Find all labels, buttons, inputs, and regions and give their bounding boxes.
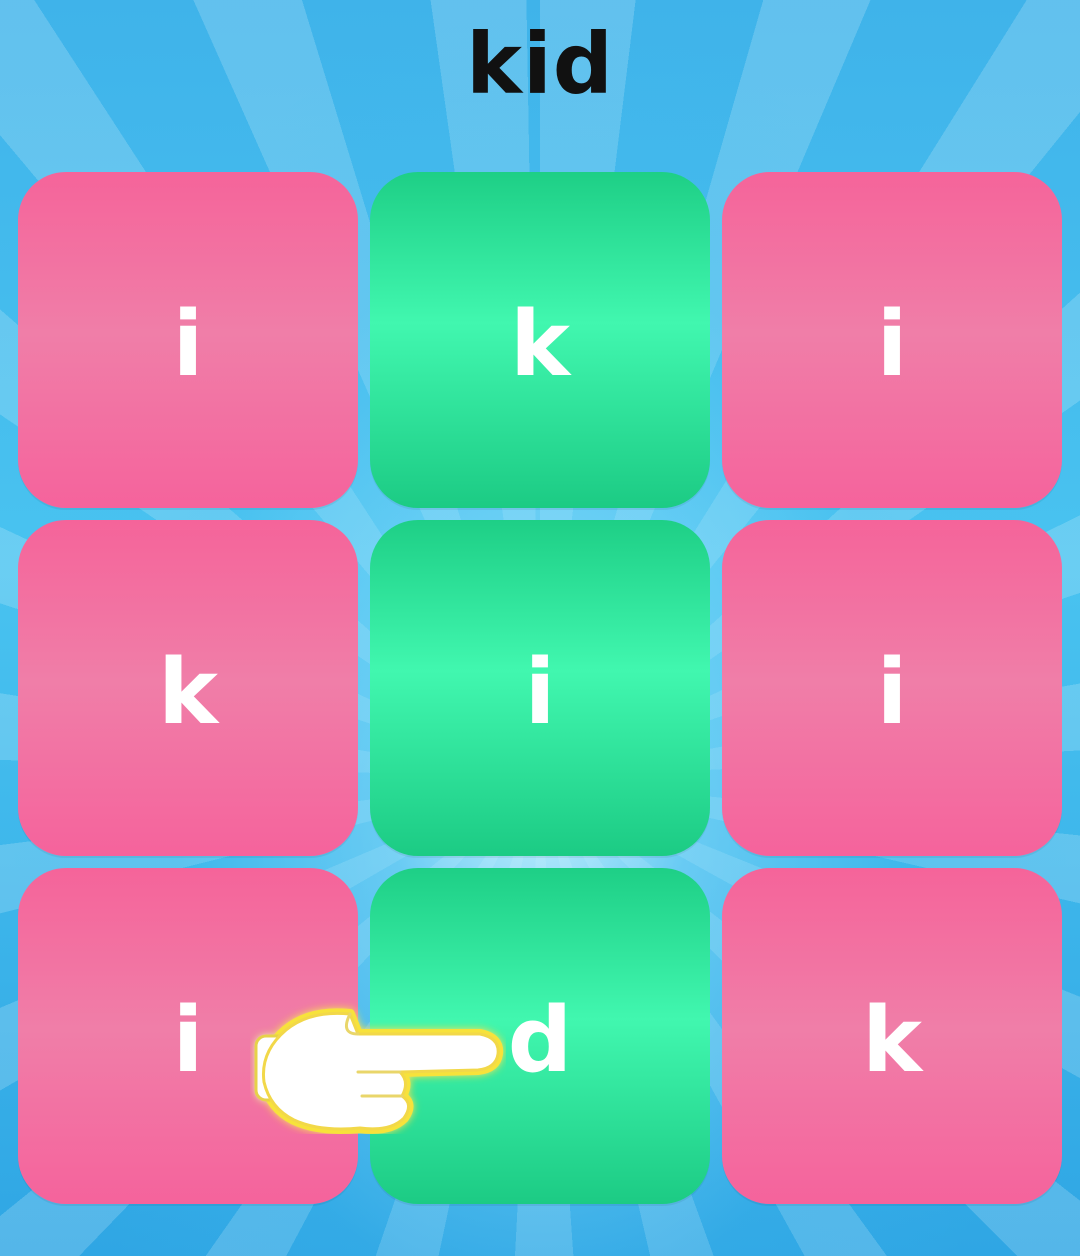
tile-letter: k [510, 291, 570, 397]
letter-tile-5[interactable]: i [370, 520, 710, 856]
tile-letter: k [862, 987, 922, 1093]
letter-tile-6[interactable]: i [722, 520, 1062, 856]
letter-tile-3[interactable]: i [722, 172, 1062, 508]
tile-letter: i [876, 291, 908, 397]
letter-tile-2[interactable]: k [370, 172, 710, 508]
tile-letter: k [158, 639, 218, 745]
letter-tile-4[interactable]: k [18, 520, 358, 856]
tile-letter: i [876, 639, 908, 745]
letter-tile-8[interactable]: d [370, 868, 710, 1204]
tile-letter: i [172, 987, 204, 1093]
tile-letter: i [172, 291, 204, 397]
tile-letter: d [507, 987, 573, 1093]
letter-tile-9[interactable]: k [722, 868, 1062, 1204]
target-word: kid [466, 15, 614, 113]
tile-letter: i [524, 639, 556, 745]
letter-grid: i k i k i i i d k [18, 172, 1062, 1204]
letter-tile-1[interactable]: i [18, 172, 358, 508]
letter-tile-7[interactable]: i [18, 868, 358, 1204]
